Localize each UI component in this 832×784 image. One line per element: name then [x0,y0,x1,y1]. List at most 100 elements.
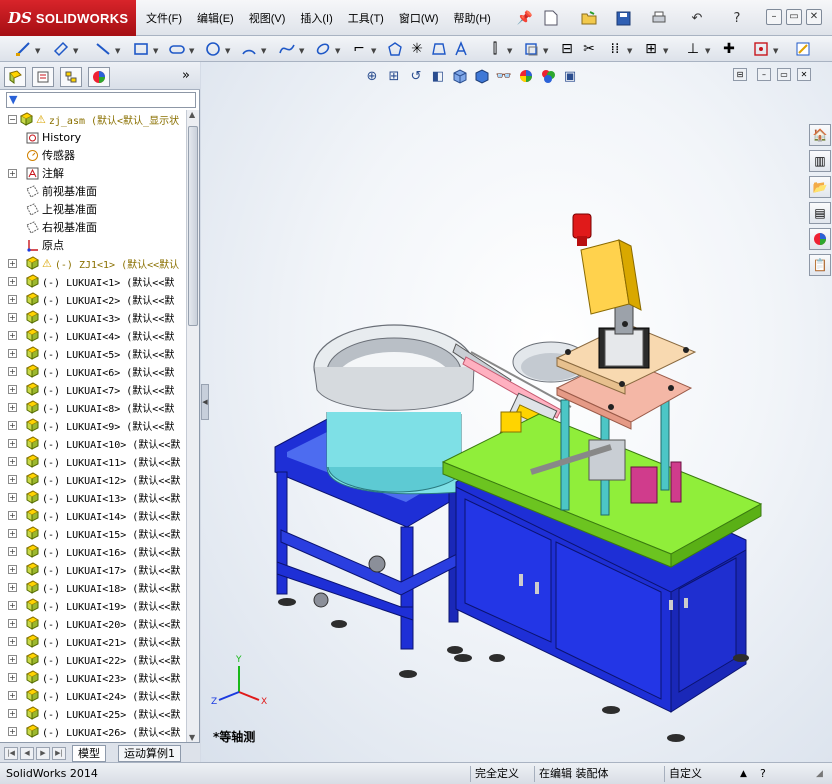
scroll-down-arrow-icon[interactable]: ▼ [189,733,195,742]
tree-component-row[interactable]: + (-) LUKUAI<11> (默认<<默 [0,452,186,470]
tree-component-row[interactable]: + (-) LUKUAI<22> (默认<<默 [0,650,186,668]
save-icon[interactable] [614,9,632,27]
graphics-viewport[interactable]: ⊕ ⊞ ↺ ◧ 👓 ▣ ⊟ – ▭ ✕ ◀ Y X Z *等轴测 🏠 ▥ 📂 ▤… [201,62,832,762]
expand-toggle-icon[interactable]: + [8,438,17,448]
open-folder-icon[interactable] [580,9,598,27]
tree-root-assembly[interactable]: − ⚠ zj_asm (默认<默认_显示状 [0,110,186,128]
units-dropdown-icon[interactable]: ▲ [740,766,747,782]
expand-toggle-icon[interactable]: + [8,708,17,718]
close-button[interactable]: ✕ [806,9,822,25]
ellipse-icon[interactable] [314,40,332,58]
offset-icon[interactable] [522,40,540,58]
display-manager-tab-icon[interactable] [88,67,110,87]
menu-help[interactable]: 帮助(H) [454,10,491,26]
scrollbar-thumb[interactable] [188,126,198,326]
circle-icon[interactable] [204,40,222,58]
polygon-icon[interactable] [386,40,404,58]
sketch-icon[interactable] [14,40,32,58]
tree-item[interactable]: History [0,128,186,146]
linear-pattern-icon[interactable]: ⁞⁞ [606,40,624,58]
help-icon[interactable]: ? [728,9,746,27]
rectangle-icon[interactable] [132,40,150,58]
expand-toggle-icon[interactable]: + [8,510,17,520]
arc-icon[interactable] [240,40,258,58]
tree-item[interactable]: 右视基准面 [0,218,186,236]
help-status-icon[interactable]: ? [760,766,766,782]
tree-component-row[interactable]: + (-) LUKUAI<23> (默认<<默 [0,668,186,686]
expand-toggle-icon[interactable]: + [8,348,17,358]
tree-component-row[interactable]: + ⚠ (-) ZJ1<1> (默认<<默认 [0,254,186,272]
tree-component-row[interactable]: + (-) LUKUAI<3> (默认<<默 [0,308,186,326]
menu-edit[interactable]: 编辑(E) [197,10,234,26]
rapid-sketch-icon[interactable] [794,40,812,58]
tree-component-row[interactable]: + (-) LUKUAI<10> (默认<<默 [0,434,186,452]
featuremanager-tab-icon[interactable] [4,67,26,87]
solidworks-logo[interactable]: DS SOLIDWORKS [0,0,136,36]
expand-toggle-icon[interactable]: + [8,384,17,394]
expand-panel-icon[interactable]: » [182,68,190,83]
restore-button[interactable]: ▭ [786,9,802,25]
line-icon[interactable] [94,40,112,58]
tree-component-row[interactable]: + (-) LUKUAI<26> (默认<<默 [0,722,186,740]
tree-component-row[interactable]: + (-) LUKUAI<7> (默认<<默 [0,380,186,398]
file-explorer-icon[interactable]: 📂 [809,176,831,198]
assembly-model[interactable]: Y X Z [201,62,832,762]
smart-dimension-icon[interactable] [52,40,70,58]
tree-item[interactable]: 上视基准面 [0,200,186,218]
appearances-icon[interactable] [809,228,831,250]
expand-toggle-icon[interactable]: + [8,366,17,376]
tree-item[interactable]: 原点 [0,236,186,254]
tree-component-row[interactable]: + (-) LUKUAI<16> (默认<<默 [0,542,186,560]
expand-toggle-icon[interactable]: + [8,258,17,268]
tree-item[interactable]: 传感器 [0,146,186,164]
tree-filter-input[interactable]: ▼ [6,92,196,108]
collapse-toggle-icon[interactable]: − [8,114,17,124]
tree-component-row[interactable]: + (-) LUKUAI<13> (默认<<默 [0,488,186,506]
repair-sketch-icon[interactable]: ✚ [720,40,738,58]
text-tool-icon[interactable] [452,40,470,58]
scroll-up-arrow-icon[interactable]: ▲ [189,110,195,119]
expand-toggle-icon[interactable]: + [8,564,17,574]
quick-snaps-icon[interactable] [752,40,770,58]
expand-toggle-icon[interactable]: + [8,474,17,484]
move-entities-icon[interactable]: ⊞ [642,40,660,58]
menu-insert[interactable]: 插入(I) [300,10,332,26]
first-tab-arrow-icon[interactable]: |◀ [4,747,18,760]
new-document-icon[interactable] [542,9,560,27]
tree-item[interactable]: 前视基准面 [0,182,186,200]
expand-toggle-icon[interactable]: + [8,636,17,646]
tree-component-row[interactable]: + (-) LUKUAI<8> (默认<<默 [0,398,186,416]
pin-menu-icon[interactable]: 📌 [516,9,534,27]
expand-toggle-icon[interactable]: + [8,672,17,682]
minimize-button[interactable]: – [766,9,782,25]
view-palette-icon[interactable]: ▤ [809,202,831,224]
display-relations-icon[interactable]: ⊥ [684,40,702,58]
expand-toggle-icon[interactable]: + [8,312,17,322]
configurationmanager-tab-icon[interactable] [60,67,82,87]
expand-toggle-icon[interactable]: + [8,618,17,628]
tree-scrollbar[interactable]: ▲ ▼ [186,110,199,742]
tree-component-row[interactable]: + (-) LUKUAI<15> (默认<<默 [0,524,186,542]
expand-toggle-icon[interactable]: + [8,330,17,340]
tree-component-row[interactable]: + (-) LUKUAI<2> (默认<<默 [0,290,186,308]
expand-toggle-icon[interactable]: + [8,690,17,700]
plane-tool-icon[interactable] [430,40,448,58]
design-library-icon[interactable]: ▥ [809,150,831,172]
point-icon[interactable]: ✳ [408,40,426,58]
expand-toggle-icon[interactable]: + [8,582,17,592]
expand-toggle-icon[interactable]: + [8,420,17,430]
tree-component-row[interactable]: + (-) LUKUAI<6> (默认<<默 [0,362,186,380]
propertymanager-tab-icon[interactable] [32,67,54,87]
expand-toggle-icon[interactable]: + [8,492,17,502]
last-tab-arrow-icon[interactable]: ▶| [52,747,66,760]
tree-component-row[interactable]: + (-) LUKUAI<5> (默认<<默 [0,344,186,362]
resize-grip-icon[interactable]: ◢ [816,766,823,782]
tab-model[interactable]: 模型 [72,745,106,762]
spline-icon[interactable] [278,40,296,58]
trim-icon[interactable]: ✂ [580,40,598,58]
slot-icon[interactable] [168,40,186,58]
custom-properties-icon[interactable]: 📋 [809,254,831,276]
tree-component-row[interactable]: + (-) LUKUAI<12> (默认<<默 [0,470,186,488]
tree-component-row[interactable]: + (-) LUKUAI<9> (默认<<默 [0,416,186,434]
next-tab-arrow-icon[interactable]: ▶ [36,747,50,760]
